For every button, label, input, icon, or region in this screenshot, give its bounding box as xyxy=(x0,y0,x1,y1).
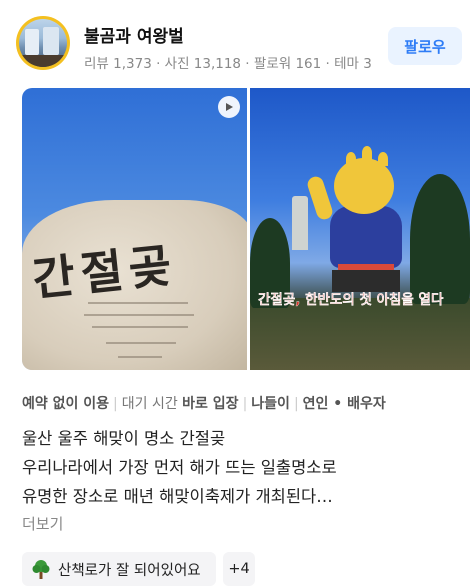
user-name[interactable]: 불곰과 여왕벌 xyxy=(84,22,184,47)
tag-purpose: 나들이 xyxy=(251,396,290,412)
avatar-image xyxy=(19,19,67,67)
photo-caption-overlay: 간절곶, 한반도의 첫 아침을 열다 xyxy=(258,292,444,308)
monument-pillar xyxy=(292,196,308,250)
tree-icon xyxy=(30,558,52,580)
review-photo-1[interactable]: 간절곶 xyxy=(22,88,247,370)
user-stats: 리뷰 1,373 · 사진 13,118 · 팔로워 161 · 테마 3 xyxy=(84,56,372,72)
review-line-3: 유명한 장소로 매년 해맞이축제가 개최된다… xyxy=(22,487,333,506)
mascot-statue xyxy=(330,206,402,268)
review-header: 불곰과 여왕벌 리뷰 1,373 · 사진 13,118 · 팔로워 161 ·… xyxy=(0,0,470,84)
avatar[interactable] xyxy=(16,16,70,70)
tag-companion: 연인 • 배우자 xyxy=(302,396,386,412)
follow-button[interactable]: 팔로우 xyxy=(388,27,462,65)
play-icon[interactable] xyxy=(218,96,240,118)
keyword-chip-label: 산책로가 잘 되어있어요 xyxy=(58,562,201,579)
keyword-chip[interactable]: 산책로가 잘 되어있어요 xyxy=(22,552,216,586)
tag-wait: 바로 입장 xyxy=(182,396,239,412)
review-body[interactable]: 울산 울주 해맞이 명소 간절곶 우리나라에서 가장 먼저 해가 뜨는 일출명소… xyxy=(22,424,452,511)
tag-reservation: 예약 없이 이용 xyxy=(22,396,110,412)
tag-wait-prefix: 대기 시간 xyxy=(121,396,183,412)
review-line-1: 울산 울주 해맞이 명소 간절곶 xyxy=(22,429,226,448)
review-photo-2[interactable]: 간절곶, 한반도의 첫 아침을 열다 xyxy=(250,88,470,370)
more-link[interactable]: 더보기 xyxy=(22,513,63,534)
review-line-2: 우리나라에서 가장 먼저 해가 뜨는 일출명소로 xyxy=(22,458,337,477)
visit-tags: 예약 없이 이용 | 대기 시간 바로 입장 | 나들이 | 연인 • 배우자 xyxy=(22,396,386,412)
more-keywords-chip[interactable]: +4 xyxy=(223,552,255,586)
